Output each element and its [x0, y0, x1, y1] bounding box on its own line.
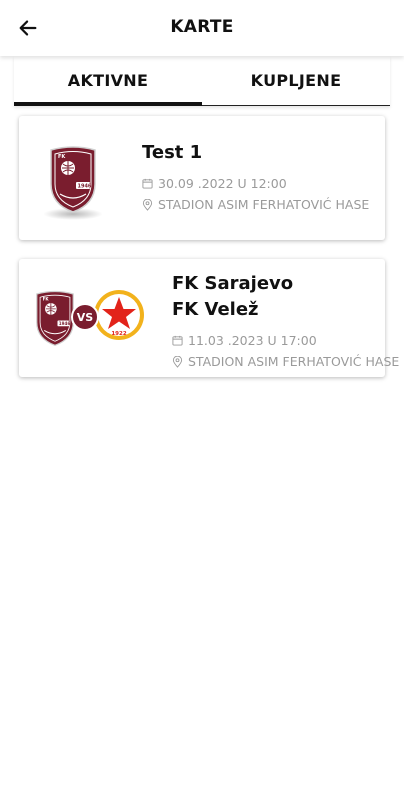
ticket-date-text: 11.03 .2023 U 17:00 [188, 333, 317, 348]
ticket-info: FK Sarajevo FK Velež 11.03 .2023 U 17:00… [172, 271, 399, 369]
location-pin-icon [172, 355, 183, 368]
ticket-info: Test 1 30.09 .2022 U 12:00 STADION ASIM … [142, 140, 369, 212]
ticket-venue-text: STADION ASIM FERHATOVIĆ HASE [158, 197, 370, 212]
calendar-icon [172, 335, 183, 346]
ticket-title-home: FK Sarajevo [172, 273, 294, 294]
fk-sarajevo-logo: FK 1946 [50, 146, 96, 213]
ticket-date: 30.09 .2022 U 12:00 [142, 176, 369, 191]
ticket-title: Test 1 [142, 142, 203, 163]
app-bar: KARTE [0, 0, 404, 56]
ticket-date-text: 30.09 .2022 U 12:00 [158, 176, 287, 191]
ticket-card[interactable]: FK 1946 Test 1 30.09 .2022 U 12:00 STADI… [19, 116, 385, 240]
tab-bar: AKTIVNE KUPLJENE [14, 56, 390, 106]
ticket-title-away: FK Velež [172, 299, 259, 320]
fk-velez-logo: 1922 [94, 290, 144, 340]
logo-year: 1946 [59, 321, 71, 326]
calendar-icon [142, 178, 153, 189]
svg-text:FK: FK [43, 297, 50, 302]
ticket-venue: STADION ASIM FERHATOVIĆ HASE [172, 354, 399, 369]
ticket-date: 11.03 .2023 U 17:00 [172, 333, 399, 348]
vs-badge: VS [71, 303, 99, 331]
logo-year: 1946 [78, 184, 92, 190]
match-logos: FK 1946 VS 1922 [33, 285, 145, 347]
ticket-card[interactable]: FK 1946 VS 1922 FK Sarajevo FK Velež 11.… [19, 259, 399, 377]
location-pin-icon [142, 198, 153, 211]
tab-kupljene[interactable]: KUPLJENE [202, 56, 390, 105]
svg-text:FK: FK [58, 154, 66, 160]
ticket-venue: STADION ASIM FERHATOVIĆ HASE [142, 197, 369, 212]
ticket-venue-text: STADION ASIM FERHATOVIĆ HASE [188, 354, 400, 369]
page-title: KARTE [170, 17, 234, 37]
logo-year: 1922 [111, 331, 126, 337]
tab-aktivne[interactable]: AKTIVNE [14, 56, 202, 106]
